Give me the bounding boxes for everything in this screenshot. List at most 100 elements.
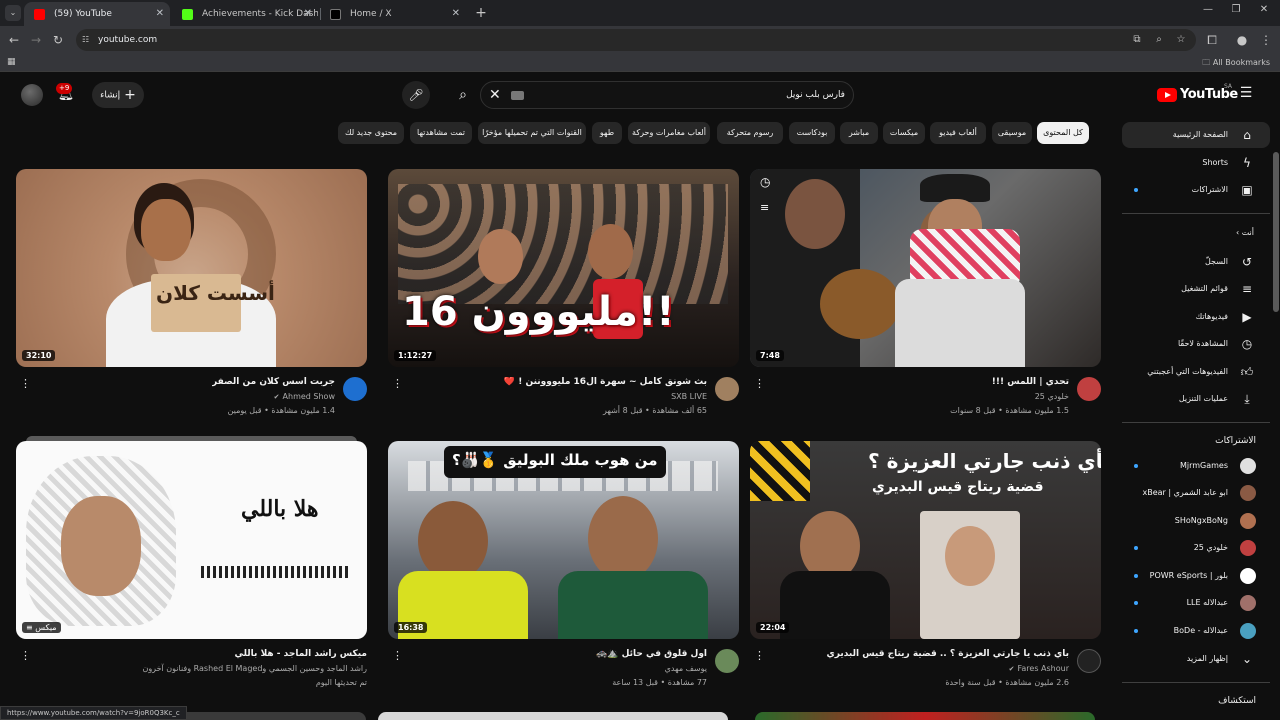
video-thumbnail[interactable]: أسست كلان 32:10 — [16, 169, 367, 367]
video-title[interactable]: ميكس راشد الماجد - هلا باللي — [235, 649, 367, 659]
sidebar-sub-item[interactable]: عبدالاله - BoDe — [1122, 618, 1270, 644]
zoom-icon[interactable]: ⌕ — [1152, 33, 1166, 47]
chip-action-adventure[interactable]: ألعاب مغامرات وحركة — [628, 122, 710, 144]
video-title[interactable]: اول قلوق في حائل ⛰️🚓 — [596, 649, 707, 659]
channel-avatar[interactable] — [1077, 377, 1101, 401]
channel-name[interactable]: Fares Ashour✔ — [1009, 664, 1069, 673]
youtube-logo[interactable]: YouTube SA — [1157, 83, 1238, 106]
add-to-queue-icon[interactable]: ≡ — [760, 201, 769, 214]
video-title[interactable]: بث شونق كامل ~ سهرة ال16 مليوووننن ! ❤️ — [504, 377, 707, 387]
tab-search-icon[interactable]: ⌄ — [5, 5, 21, 21]
address-bar[interactable]: ☷ youtube.com ⧉ ⌕ ☆ — [76, 29, 1196, 51]
close-tab-icon[interactable]: ✕ — [156, 2, 164, 26]
video-thumbnail[interactable]: 16 مليووون!! 1:12:27 — [388, 169, 739, 367]
more-options-icon[interactable]: ⋮ — [20, 649, 31, 662]
clear-search-icon[interactable]: ✕ — [489, 86, 501, 104]
sidebar-sub-item[interactable]: ابو عابد الشمري | xBear — [1122, 480, 1270, 506]
channel-name[interactable]: راشد الماجد وحسين الجسمي وRashed El Mage… — [142, 664, 367, 673]
sidebar-sub-item[interactable]: MjrmGames — [1122, 453, 1270, 479]
video-thumbnail[interactable]: بأي ذنب جارتي العزيزة ؟ قضية ريتاج قيس ا… — [750, 441, 1101, 639]
account-avatar[interactable] — [21, 84, 43, 106]
more-options-icon[interactable]: ⋮ — [754, 377, 765, 390]
chip-cooking[interactable]: طهو — [592, 122, 622, 144]
chip-podcasts[interactable]: بودكاست — [789, 122, 835, 144]
apps-grid-icon[interactable]: ▦ — [7, 57, 16, 67]
sidebar-sub-item[interactable]: خلودي 25 — [1122, 535, 1270, 561]
sidebar-item-subscriptions[interactable]: ▣ الاشتراكات — [1122, 177, 1270, 203]
sidebar-item-liked-videos[interactable]: 👍︎ الفيديوهات التي أعجبتني — [1122, 359, 1270, 385]
scrollbar-thumb[interactable] — [1273, 152, 1279, 312]
new-tab-button[interactable]: + — [472, 2, 490, 24]
tab-kick-dashboard[interactable]: Achievements - Kick Dashboard ✕ — [172, 2, 318, 26]
close-window-icon[interactable]: ✕ — [1254, 4, 1274, 15]
channel-name[interactable]: SXB LIVE — [671, 392, 707, 401]
video-thumbnail[interactable]: من هوب ملك البوليق 🥇🎳؟ 16:38 — [388, 441, 739, 639]
video-thumbnail-partial[interactable] — [755, 712, 1095, 720]
hamburger-menu-icon[interactable]: ☰ — [1239, 86, 1253, 100]
sidebar-item-downloads[interactable]: ⤓ عمليات التنزيل — [1122, 386, 1270, 412]
back-icon[interactable]: ← — [6, 32, 22, 48]
search-box[interactable]: ✕ — [480, 81, 854, 109]
channel-avatar[interactable] — [715, 649, 739, 673]
minimize-icon[interactable]: — — [1198, 4, 1218, 15]
extensions-icon[interactable]: ⧠ — [1204, 32, 1220, 48]
close-tab-icon[interactable]: ✕ — [304, 2, 312, 26]
sidebar-you-heading[interactable]: أنت › — [1122, 220, 1270, 246]
voice-search-button[interactable]: 🎤︎ — [402, 81, 430, 109]
keyboard-icon[interactable] — [511, 91, 524, 100]
channel-name[interactable]: Ahmed Show✔ — [274, 392, 335, 401]
video-thumbnail-partial[interactable] — [378, 712, 728, 720]
forward-icon[interactable]: → — [28, 32, 44, 48]
create-button[interactable]: إنشاء + — [92, 82, 144, 108]
channel-name[interactable]: يوسف مهدي — [665, 664, 707, 673]
scrollbar[interactable] — [1272, 72, 1280, 720]
restore-icon[interactable]: ❐ — [1226, 4, 1246, 15]
sidebar-item-playlists[interactable]: ≡ قوائم التشغيل — [1122, 276, 1270, 302]
chip-all[interactable]: كل المحتوى — [1037, 122, 1089, 144]
install-app-icon[interactable]: ⧉ — [1130, 33, 1144, 47]
sidebar-sub-item[interactable]: بلور | POWR eSports — [1122, 563, 1270, 589]
chip-live[interactable]: مباشر — [840, 122, 878, 144]
chip-recently-uploaded[interactable]: القنوات التي تم تحميلها مؤخرًا — [478, 122, 586, 144]
search-input[interactable] — [541, 82, 845, 108]
search-button[interactable]: ⌕ — [446, 81, 480, 109]
tab-x-home[interactable]: Home / X ✕ — [320, 2, 466, 26]
bookmark-star-icon[interactable]: ☆ — [1174, 33, 1188, 47]
sidebar-sub-item[interactable]: SHoNgxBoNg — [1122, 508, 1270, 534]
more-options-icon[interactable]: ⋮ — [20, 377, 31, 390]
chip-music[interactable]: موسيقى — [992, 122, 1032, 144]
sidebar-item-home[interactable]: ⌂ الصفحة الرئيسية — [1122, 122, 1270, 148]
channel-avatar[interactable] — [715, 377, 739, 401]
sidebar-show-more[interactable]: ⌄ إظهار المزيد — [1122, 646, 1270, 672]
watch-later-icon[interactable]: ◷ — [760, 175, 770, 189]
video-thumbnail[interactable]: ◷ ≡ 7:48 — [750, 169, 1101, 367]
channel-avatar[interactable] — [343, 377, 367, 401]
close-tab-icon[interactable]: ✕ — [452, 2, 460, 26]
sidebar-item-shorts[interactable]: ϟ Shorts — [1122, 150, 1270, 176]
chip-watched[interactable]: تمت مشاهدتها — [410, 122, 472, 144]
video-title[interactable]: تحدي | اللمس !!! — [992, 377, 1069, 387]
all-bookmarks-button[interactable]: 🗀 All Bookmarks — [1202, 57, 1270, 71]
site-info-icon[interactable]: ☷ — [82, 35, 92, 45]
video-thumbnail[interactable]: هلا باللي ≡ ميكس — [16, 441, 367, 639]
more-options-icon[interactable]: ⋮ — [392, 377, 403, 390]
channel-name[interactable]: خلودي 25 — [1035, 392, 1069, 401]
sidebar-item-watch-later[interactable]: ◷ المشاهدة لاحقًا — [1122, 331, 1270, 357]
channel-avatar[interactable] — [1077, 649, 1101, 673]
video-title[interactable]: بأي ذنب يا جارتي العزيزة ؟ .. قضية ريتاج… — [827, 649, 1070, 659]
chip-video-games[interactable]: ألعاب فيديو — [930, 122, 986, 144]
chip-animation[interactable]: رسوم متحركة — [717, 122, 783, 144]
video-title[interactable]: جربت أسس كلان من الصفر — [212, 377, 335, 387]
sidebar-sub-item[interactable]: عبدالاله LLE — [1122, 590, 1270, 616]
profile-icon[interactable]: ● — [1234, 32, 1250, 48]
sidebar-item-your-videos[interactable]: ▶ فيديوهاتك — [1122, 304, 1270, 330]
more-options-icon[interactable]: ⋮ — [392, 649, 403, 662]
chip-mixes[interactable]: ميكسات — [883, 122, 925, 144]
more-options-icon[interactable]: ⋮ — [754, 649, 765, 662]
chip-new-to-you[interactable]: محتوى جديد لك — [338, 122, 404, 144]
reload-icon[interactable]: ↻ — [50, 32, 66, 48]
tab-youtube[interactable]: (59) YouTube ✕ — [24, 2, 170, 26]
sidebar-item-history[interactable]: ↺ السجلّ — [1122, 249, 1270, 275]
browser-menu-icon[interactable]: ⋮ — [1258, 32, 1274, 48]
video-thumbnail-partial[interactable] — [172, 712, 366, 720]
